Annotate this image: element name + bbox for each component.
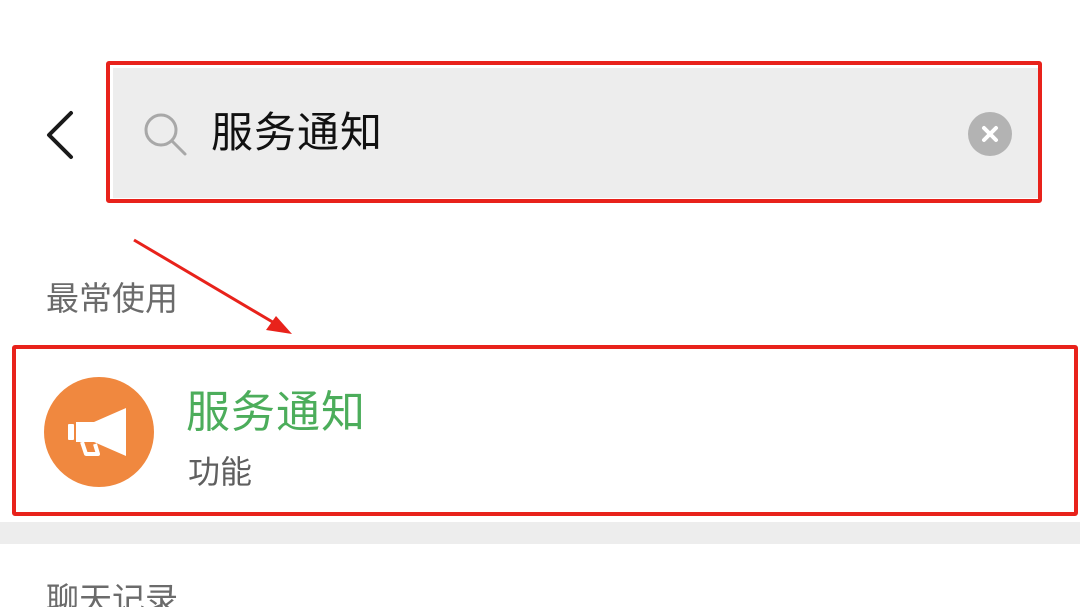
section-label-frequent: 最常使用 bbox=[46, 279, 178, 318]
result-item-service-notice[interactable]: 服务通知 功能 bbox=[16, 349, 1074, 512]
chevron-left-icon bbox=[47, 111, 73, 159]
search-page: 服务通知 最常使用 服务通知 功能 聊天记录 bbox=[0, 0, 1080, 607]
result-title: 服务通知 bbox=[186, 387, 366, 438]
section-label-chat-history: 聊天记录 bbox=[46, 580, 178, 607]
back-button[interactable] bbox=[36, 103, 84, 167]
megaphone-icon bbox=[68, 408, 126, 456]
result-subtitle: 功能 bbox=[188, 453, 253, 491]
clear-search-button[interactable] bbox=[968, 112, 1012, 156]
clear-icon bbox=[982, 126, 998, 142]
search-icon bbox=[144, 113, 187, 156]
avatar bbox=[44, 377, 154, 487]
section-divider bbox=[0, 522, 1080, 544]
search-bar[interactable]: 服务通知 bbox=[113, 68, 1038, 198]
search-input[interactable]: 服务通知 bbox=[211, 98, 383, 168]
